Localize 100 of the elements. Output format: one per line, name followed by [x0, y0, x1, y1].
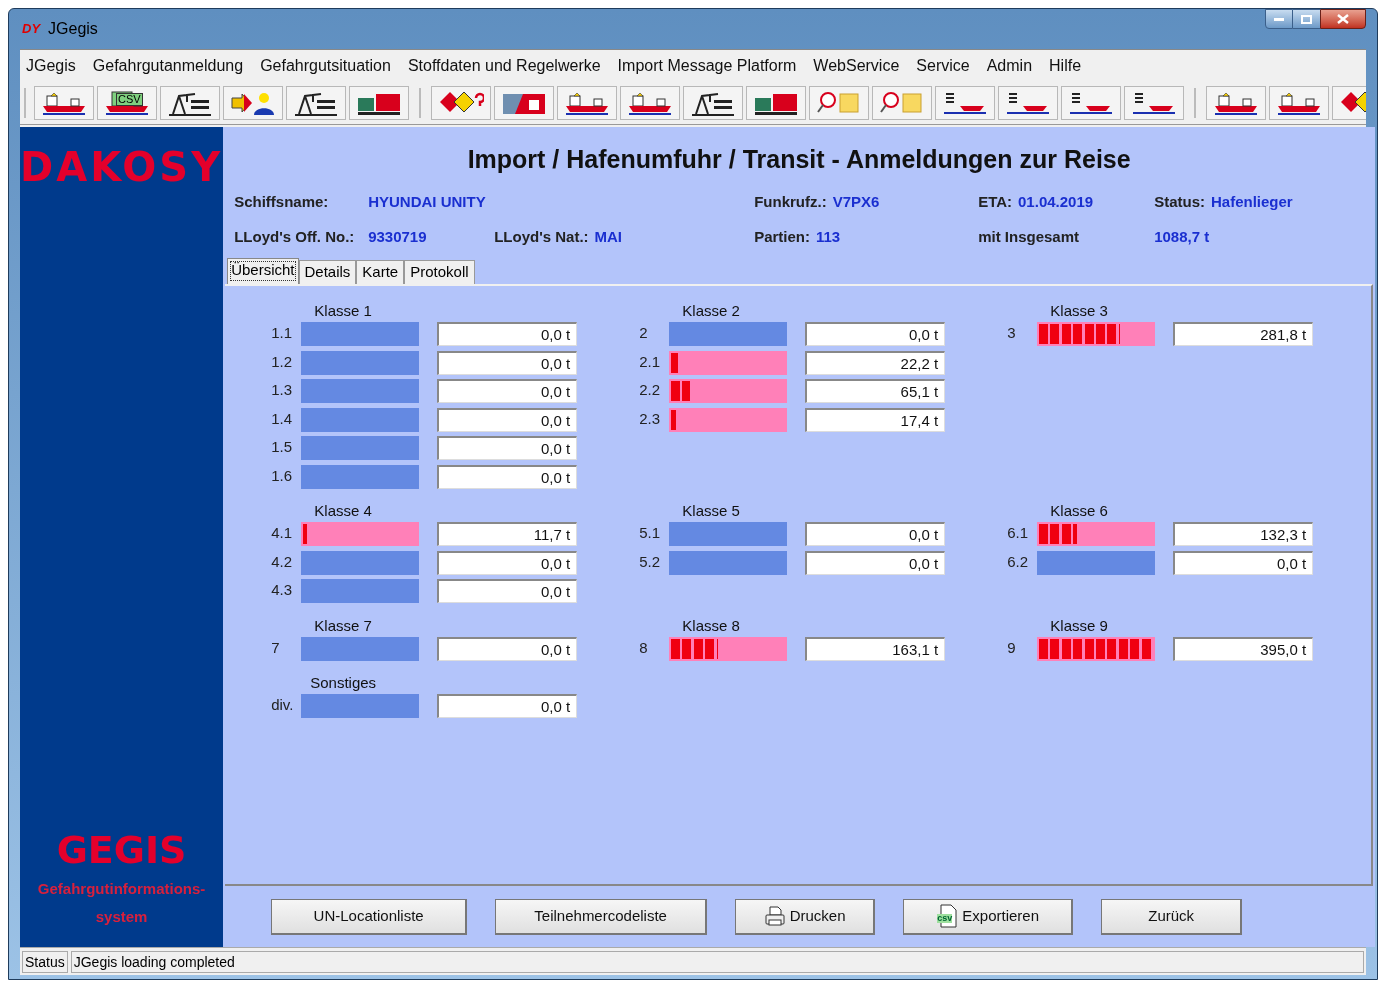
class-heading: Klasse 3 — [1049, 301, 1109, 321]
action-button[interactable]: Zurück — [1101, 898, 1243, 935]
class-code: 5.1 — [638, 523, 661, 543]
menu-item[interactable]: Admin — [986, 53, 1033, 78]
menu-item[interactable]: Gefahrgutanmeldung — [92, 53, 244, 78]
class-code: div. — [270, 695, 295, 715]
class-code: 2.3 — [638, 408, 661, 429]
amount-field: 0,0 t — [437, 379, 578, 403]
field-value: 113 — [816, 226, 841, 247]
product-name: GEGIS — [56, 831, 187, 869]
printer-icon — [763, 905, 786, 927]
amount-field: 0,0 t — [437, 464, 578, 489]
class-heading: Klasse 1 — [313, 301, 373, 321]
menu-item[interactable]: Gefahrgutsituation — [260, 53, 391, 78]
toolbar-button[interactable] — [746, 85, 806, 120]
class-code: 2.1 — [638, 351, 661, 372]
toolbar-button[interactable] — [1124, 85, 1184, 120]
field-label: LLoyd's Off. No.: — [234, 226, 356, 247]
class-code: 2.2 — [638, 380, 661, 400]
field-value: Hafenlieger — [1211, 192, 1293, 212]
status-label: Status — [22, 950, 68, 973]
amount-field: 281,8 t — [1173, 322, 1314, 346]
amount-field: 17,4 t — [805, 407, 946, 432]
class-code: 7 — [270, 637, 281, 658]
close-button[interactable] — [1320, 9, 1366, 29]
status-message: JGegis loading completed — [70, 950, 1364, 973]
field-value: HYUNDAI UNITY — [368, 192, 486, 212]
field-label: mit Insgesamt — [978, 226, 1079, 247]
class-code: 9 — [1006, 637, 1017, 658]
csv-label: csv — [937, 914, 953, 923]
amount-field: 0,0 t — [805, 550, 946, 575]
tab[interactable]: Details — [298, 260, 357, 284]
tab[interactable]: Karte — [356, 260, 405, 284]
class-heading: Sonstiges — [309, 673, 378, 693]
amount-field: 395,0 t — [1173, 636, 1314, 661]
class-code: 3 — [1006, 323, 1017, 343]
class-code: 1.4 — [270, 408, 293, 429]
brand-logo: DAKOSY — [20, 147, 224, 187]
amount-field: 163,1 t — [805, 636, 946, 661]
field-value: 9330719 — [368, 226, 428, 247]
tab[interactable]: Übersicht — [227, 258, 299, 284]
amount-field: 65,1 t — [805, 379, 946, 403]
toolbar-button[interactable] — [620, 85, 680, 120]
field-value: 1088,7 t — [1154, 226, 1210, 247]
toolbar-button[interactable]: CSV — [97, 85, 157, 120]
amount-field: 0,0 t — [437, 579, 578, 603]
field-value: V7PX6 — [832, 192, 880, 212]
amount-field: 0,0 t — [437, 694, 578, 718]
maximize-icon — [1301, 14, 1312, 24]
action-button[interactable]: Teilnehmercodeliste — [495, 898, 708, 935]
class-heading: Klasse 9 — [1049, 615, 1109, 636]
toolbar-button[interactable] — [1061, 85, 1121, 120]
class-code: 1.3 — [270, 380, 293, 400]
field-label: Status: — [1154, 192, 1205, 212]
action-button[interactable]: Drucken — [735, 898, 876, 935]
class-code: 1.1 — [270, 323, 293, 343]
class-heading: Klasse 5 — [681, 501, 741, 521]
action-button[interactable]: UN-Locationliste — [271, 898, 468, 935]
app-logo: DY — [22, 20, 41, 39]
amount-field: 0,0 t — [437, 350, 578, 375]
toolbar-button[interactable] — [1269, 85, 1329, 120]
tab[interactable]: Protokoll — [404, 260, 475, 284]
toolbar-button[interactable] — [223, 85, 283, 120]
toolbar-button[interactable] — [286, 85, 346, 120]
action-button[interactable]: csv Exportieren — [903, 898, 1074, 935]
menu-item[interactable]: Service — [916, 53, 970, 78]
class-code: 8 — [638, 637, 649, 658]
class-code: 2 — [638, 323, 649, 343]
toolbar-button[interactable] — [160, 85, 220, 120]
amount-field: 0,0 t — [805, 322, 946, 346]
toolbar-button[interactable] — [683, 85, 743, 120]
toolbar-button[interactable] — [557, 85, 617, 120]
menu-item[interactable]: Hilfe — [1049, 53, 1082, 78]
amount-field: 0,0 t — [437, 436, 578, 460]
class-code: 4.1 — [270, 523, 293, 543]
amount-field: 0,0 t — [437, 322, 578, 346]
class-code: 5.2 — [638, 551, 661, 572]
menu-item[interactable]: Import Message Platform — [617, 53, 797, 78]
menu-item[interactable]: WebService — [813, 53, 900, 78]
menu-item[interactable]: Stoffdaten und Regelwerke — [407, 53, 601, 78]
close-icon — [1337, 14, 1349, 24]
toolbar-button[interactable] — [998, 85, 1058, 120]
minimize-button[interactable] — [1265, 9, 1293, 29]
search-icon — [879, 89, 925, 116]
class-code: 1.2 — [270, 351, 293, 372]
maximize-button[interactable] — [1293, 9, 1320, 29]
class-code: 1.6 — [270, 465, 293, 486]
csv-label: CSV — [116, 92, 143, 106]
toolbar-button[interactable] — [349, 85, 409, 120]
field-label: ETA: — [978, 192, 1013, 212]
field-value: 01.04.2019 — [1018, 192, 1094, 212]
toolbar-button[interactable] — [935, 85, 995, 120]
amount-field: 132,3 t — [1173, 522, 1314, 546]
toolbar-button[interactable] — [34, 85, 94, 120]
class-heading: Klasse 4 — [313, 501, 373, 521]
class-code: 6.2 — [1006, 551, 1029, 572]
minimize-icon — [1274, 17, 1284, 21]
amount-field: 0,0 t — [437, 636, 578, 661]
menu-item[interactable]: JGegis — [26, 53, 76, 78]
toolbar-button[interactable] — [1206, 85, 1266, 120]
